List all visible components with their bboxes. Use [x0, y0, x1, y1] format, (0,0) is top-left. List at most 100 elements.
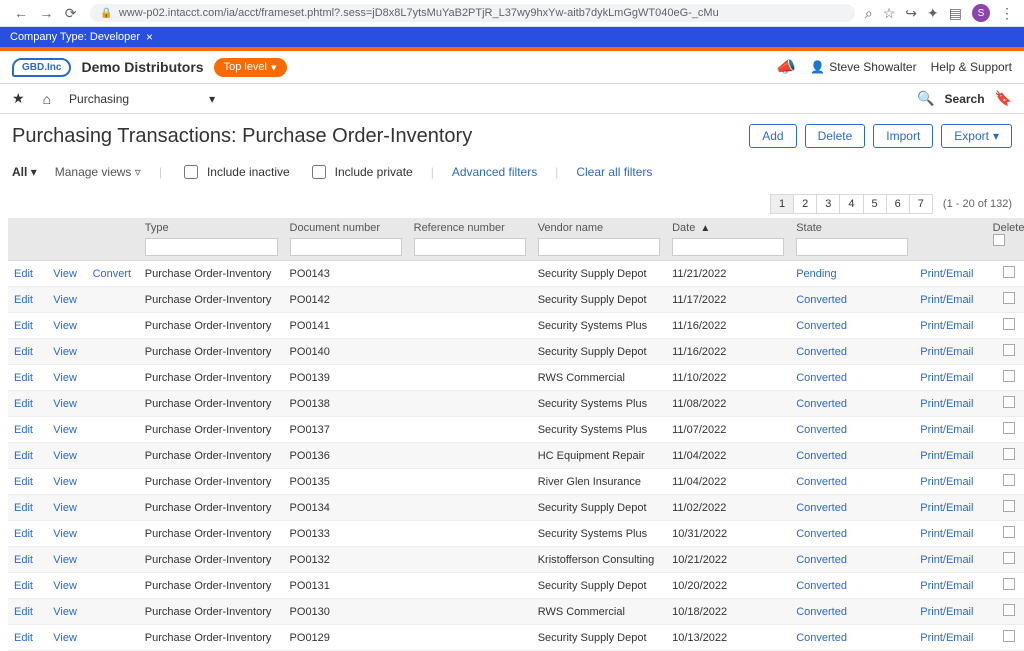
- row-delete-checkbox[interactable]: [1003, 422, 1015, 434]
- manage-views[interactable]: Manage views ▿: [55, 165, 141, 179]
- state-link[interactable]: Converted: [796, 606, 847, 618]
- delete-button[interactable]: Delete: [805, 124, 866, 148]
- col-reference[interactable]: Reference number: [408, 218, 532, 261]
- edit-link[interactable]: Edit: [14, 346, 33, 358]
- edit-link[interactable]: Edit: [14, 268, 33, 280]
- row-delete-checkbox[interactable]: [1003, 448, 1015, 460]
- col-delete[interactable]: Delete: [987, 218, 1024, 261]
- forward-icon[interactable]: →: [35, 5, 57, 21]
- row-delete-checkbox[interactable]: [1003, 474, 1015, 486]
- pager-page[interactable]: 2: [793, 194, 817, 214]
- row-delete-checkbox[interactable]: [1003, 266, 1015, 278]
- state-link[interactable]: Converted: [796, 320, 847, 332]
- print-email-link[interactable]: Print/Email: [920, 476, 973, 488]
- state-link[interactable]: Pending: [796, 268, 836, 280]
- row-delete-checkbox[interactable]: [1003, 396, 1015, 408]
- print-email-link[interactable]: Print/Email: [920, 398, 973, 410]
- export-button[interactable]: Export ▾: [941, 124, 1012, 148]
- state-link[interactable]: Converted: [796, 554, 847, 566]
- view-link[interactable]: View: [53, 632, 77, 644]
- state-link[interactable]: Converted: [796, 372, 847, 384]
- favorite-icon[interactable]: ★: [12, 90, 25, 107]
- view-link[interactable]: View: [53, 606, 77, 618]
- row-delete-checkbox[interactable]: [1003, 604, 1015, 616]
- print-email-link[interactable]: Print/Email: [920, 424, 973, 436]
- module-selector[interactable]: Purchasing ▾: [69, 92, 215, 106]
- pager-page[interactable]: 1: [770, 194, 794, 214]
- view-link[interactable]: View: [53, 502, 77, 514]
- print-email-link[interactable]: Print/Email: [920, 450, 973, 462]
- filter-input-ref[interactable]: [414, 238, 526, 256]
- back-icon[interactable]: ←: [10, 5, 32, 21]
- developer-bar-close-icon[interactable]: ×: [146, 30, 153, 44]
- row-delete-checkbox[interactable]: [1003, 552, 1015, 564]
- view-link[interactable]: View: [53, 398, 77, 410]
- view-link[interactable]: View: [53, 268, 77, 280]
- edit-link[interactable]: Edit: [14, 320, 33, 332]
- edit-link[interactable]: Edit: [14, 528, 33, 540]
- col-type[interactable]: Type: [139, 218, 284, 261]
- search-icon[interactable]: 🔍: [917, 90, 934, 107]
- row-delete-checkbox[interactable]: [1003, 292, 1015, 304]
- print-email-link[interactable]: Print/Email: [920, 632, 973, 644]
- pager-page[interactable]: 5: [863, 194, 887, 214]
- pager-page[interactable]: 6: [886, 194, 910, 214]
- convert-link[interactable]: Convert: [93, 268, 132, 280]
- print-email-link[interactable]: Print/Email: [920, 606, 973, 618]
- view-link[interactable]: View: [53, 580, 77, 592]
- star-icon[interactable]: ☆: [883, 5, 896, 22]
- row-delete-checkbox[interactable]: [1003, 526, 1015, 538]
- pager-page[interactable]: 4: [839, 194, 863, 214]
- print-email-link[interactable]: Print/Email: [920, 528, 973, 540]
- edit-link[interactable]: Edit: [14, 554, 33, 566]
- user-menu[interactable]: 👤 Steve Showalter: [810, 60, 916, 74]
- include-private-checkbox[interactable]: Include private: [308, 162, 413, 182]
- edit-link[interactable]: Edit: [14, 606, 33, 618]
- state-link[interactable]: Converted: [796, 580, 847, 592]
- col-vendor[interactable]: Vendor name: [532, 218, 666, 261]
- view-link[interactable]: View: [53, 450, 77, 462]
- help-support-link[interactable]: Help & Support: [931, 60, 1012, 74]
- menu-icon[interactable]: ▤: [949, 5, 962, 22]
- state-link[interactable]: Converted: [796, 502, 847, 514]
- row-delete-checkbox[interactable]: [1003, 500, 1015, 512]
- col-document[interactable]: Document number: [284, 218, 408, 261]
- advanced-filters-link[interactable]: Advanced filters: [452, 165, 537, 179]
- state-link[interactable]: Converted: [796, 294, 847, 306]
- include-private-input[interactable]: [312, 165, 326, 179]
- print-email-link[interactable]: Print/Email: [920, 268, 973, 280]
- view-link[interactable]: View: [53, 346, 77, 358]
- filter-input-vendor[interactable]: [538, 238, 660, 256]
- filter-input-date[interactable]: [672, 238, 784, 256]
- state-link[interactable]: Converted: [796, 424, 847, 436]
- reload-icon[interactable]: ⟳: [61, 5, 81, 21]
- add-button[interactable]: Add: [749, 124, 796, 148]
- import-button[interactable]: Import: [873, 124, 933, 148]
- include-inactive-input[interactable]: [184, 165, 198, 179]
- print-email-link[interactable]: Print/Email: [920, 372, 973, 384]
- edit-link[interactable]: Edit: [14, 424, 33, 436]
- view-link[interactable]: View: [53, 424, 77, 436]
- col-state[interactable]: State: [790, 218, 914, 261]
- row-delete-checkbox[interactable]: [1003, 344, 1015, 356]
- select-all-checkbox[interactable]: [993, 234, 1005, 246]
- state-link[interactable]: Converted: [796, 346, 847, 358]
- view-link[interactable]: View: [53, 528, 77, 540]
- profile-avatar[interactable]: S: [972, 4, 990, 22]
- edit-link[interactable]: Edit: [14, 450, 33, 462]
- print-email-link[interactable]: Print/Email: [920, 294, 973, 306]
- print-email-link[interactable]: Print/Email: [920, 554, 973, 566]
- clear-filters-link[interactable]: Clear all filters: [576, 165, 652, 179]
- edit-link[interactable]: Edit: [14, 502, 33, 514]
- filter-all[interactable]: All ▾: [12, 165, 37, 179]
- print-email-link[interactable]: Print/Email: [920, 320, 973, 332]
- top-level-badge[interactable]: Top level ▾: [214, 58, 287, 77]
- filter-input-state[interactable]: [796, 238, 908, 256]
- search-label[interactable]: Search: [945, 92, 985, 106]
- row-delete-checkbox[interactable]: [1003, 370, 1015, 382]
- state-link[interactable]: Converted: [796, 632, 847, 644]
- view-link[interactable]: View: [53, 372, 77, 384]
- pager-page[interactable]: 7: [909, 194, 933, 214]
- state-link[interactable]: Converted: [796, 450, 847, 462]
- row-delete-checkbox[interactable]: [1003, 578, 1015, 590]
